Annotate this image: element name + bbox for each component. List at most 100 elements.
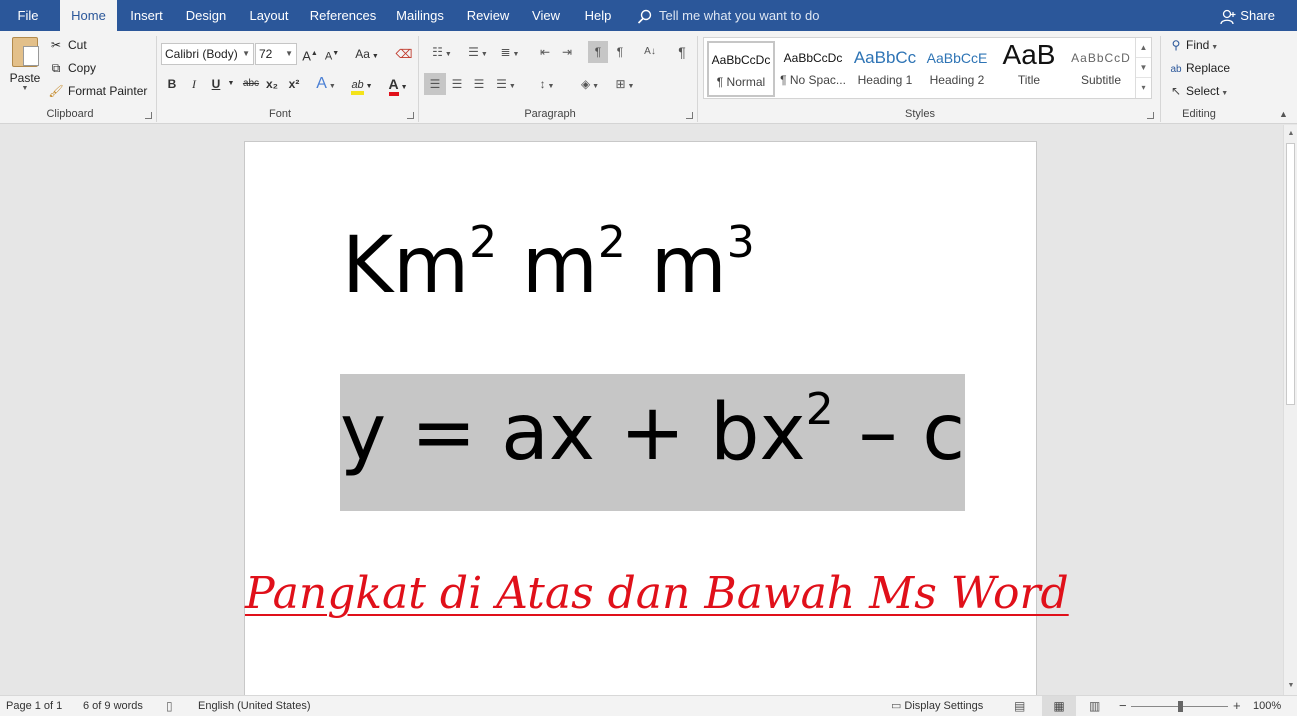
share-button[interactable]: Share <box>1220 0 1275 31</box>
ltr-button[interactable]: ¶ <box>588 41 608 63</box>
scroll-down-icon[interactable]: ▼ <box>1284 679 1297 693</box>
style-normal[interactable]: AaBbCcDc ¶ Normal <box>707 41 775 97</box>
paste-dropdown-icon[interactable]: ▼ <box>6 85 44 92</box>
tab-home[interactable]: Home <box>60 0 117 31</box>
tab-review[interactable]: Review <box>463 0 513 31</box>
change-case-icon: Aa <box>355 47 370 61</box>
change-case-button[interactable]: Aa ▼ <box>352 43 382 65</box>
increase-indent-icon: ⇥ <box>561 45 573 59</box>
italic-button[interactable]: I <box>185 73 203 95</box>
style-no-spacing[interactable]: AaBbCcDc ¶ No Spac... <box>779 41 847 97</box>
tab-layout[interactable]: Layout <box>243 0 295 31</box>
clipboard-launcher-icon[interactable] <box>145 112 152 119</box>
proofing-icon[interactable]: ▯ <box>166 696 173 716</box>
zoom-slider-thumb[interactable] <box>1178 701 1183 712</box>
print-layout-icon[interactable]: ▦ <box>1042 696 1076 716</box>
more-styles-icon[interactable]: ▾ <box>1136 78 1151 98</box>
web-layout-icon[interactable]: ▥ <box>1089 696 1100 716</box>
tab-view[interactable]: View <box>528 0 564 31</box>
borders-button[interactable]: ⊞ ▼ <box>610 73 640 95</box>
bullets-button[interactable]: ☷ ▼ <box>425 41 459 63</box>
decrease-indent-button[interactable]: ⇤ <box>535 41 555 63</box>
tab-design[interactable]: Design <box>181 0 231 31</box>
equation-line[interactable]: y = ax + bx2 – c <box>340 388 965 473</box>
chevron-up-icon[interactable]: ▲ <box>1136 38 1151 58</box>
underline-dropdown-icon[interactable]: ▼ <box>226 73 236 95</box>
word-count[interactable]: 6 of 9 words <box>83 696 143 716</box>
zoom-out-icon[interactable]: − <box>1119 696 1127 716</box>
highlight-button[interactable]: ab ▼ <box>346 73 378 95</box>
text-effects-button[interactable]: A ▼ <box>314 73 338 95</box>
style-heading-1[interactable]: AaBbCc Heading 1 <box>851 41 919 97</box>
zoom-in-icon[interactable]: + <box>1233 696 1241 716</box>
document-area: Km2 m2 m3 y = ax + bx2 – c Pangkat di At… <box>0 125 1283 695</box>
align-left-button[interactable]: ☰ <box>424 73 446 95</box>
zoom-level[interactable]: 100% <box>1253 696 1281 716</box>
multilevel-list-button[interactable]: ≣ ▼ <box>497 41 523 63</box>
page-count[interactable]: Page 1 of 1 <box>6 696 62 716</box>
shading-button[interactable]: ◈ ▼ <box>574 73 606 95</box>
justify-button[interactable]: ☰ ▼ <box>491 73 521 95</box>
tab-mailings[interactable]: Mailings <box>391 0 449 31</box>
document-caption[interactable]: Pangkat di Atas dan Bawah Ms Word <box>245 568 1069 619</box>
superscript-button[interactable]: x² <box>285 73 303 95</box>
subscript-button[interactable]: x₂ <box>263 73 281 95</box>
bold-button[interactable]: B <box>163 73 181 95</box>
person-icon <box>1220 9 1236 24</box>
replace-label: Replace <box>1186 61 1231 75</box>
rtl-button[interactable]: ¶ <box>610 41 630 63</box>
scroll-thumb[interactable] <box>1286 143 1295 405</box>
font-name-combo[interactable]: Calibri (Body) ▼ <box>161 43 254 65</box>
grow-font-button[interactable]: A▲ <box>302 43 318 65</box>
align-center-icon: ☰ <box>451 77 463 91</box>
align-right-button[interactable]: ☰ <box>469 73 489 95</box>
show-marks-button[interactable]: ¶ <box>672 41 692 63</box>
style-heading-2[interactable]: AaBbCcE Heading 2 <box>923 41 991 97</box>
document-page[interactable]: Km2 m2 m3 y = ax + bx2 – c Pangkat di At… <box>244 141 1069 695</box>
select-button[interactable]: ↖ Select ▼ <box>1168 81 1228 101</box>
strikethrough-button[interactable]: abc <box>240 73 262 95</box>
copy-button[interactable]: ⧉ Copy <box>48 58 96 78</box>
tab-help[interactable]: Help <box>579 0 617 31</box>
shrink-font-button[interactable]: A▼ <box>324 43 340 65</box>
underline-button[interactable]: U <box>207 73 225 95</box>
tab-file[interactable]: File <box>0 0 56 31</box>
format-painter-button[interactable]: 🖌 Format Painter <box>48 81 147 101</box>
paste-button[interactable]: Paste ▼ <box>6 37 44 103</box>
vertical-scrollbar[interactable]: ▲ ▼ <box>1283 125 1297 695</box>
monitor-icon: ▭ <box>891 700 902 712</box>
read-mode-icon[interactable]: ▤ <box>1014 696 1025 716</box>
bullets-icon: ☷ <box>432 45 443 59</box>
font-launcher-icon[interactable] <box>407 112 414 119</box>
align-center-button[interactable]: ☰ <box>447 73 467 95</box>
status-bar: Page 1 of 1 6 of 9 words ▯ English (Unit… <box>0 695 1297 716</box>
clear-formatting-button[interactable]: ⌫ <box>393 43 415 65</box>
eraser-icon: ⌫ <box>395 47 413 61</box>
replace-button[interactable]: ab Replace <box>1168 58 1230 78</box>
numbering-button[interactable]: ☰ ▼ <box>461 41 495 63</box>
style-subtitle[interactable]: AaBbCcD Subtitle <box>1067 41 1135 97</box>
cut-button[interactable]: ✂ Cut <box>48 35 87 55</box>
scroll-up-icon[interactable]: ▲ <box>1284 127 1297 141</box>
language-indicator[interactable]: English (United States) <box>198 696 311 716</box>
find-button[interactable]: ⚲ Find ▼ <box>1168 35 1219 55</box>
styles-launcher-icon[interactable] <box>1147 112 1154 119</box>
search-icon <box>637 9 652 24</box>
chevron-down-icon[interactable]: ▼ <box>1136 58 1151 78</box>
collapse-ribbon-icon[interactable]: ▲ <box>1279 109 1288 119</box>
paragraph-launcher-icon[interactable] <box>686 112 693 119</box>
tab-insert[interactable]: Insert <box>124 0 169 31</box>
superscript-units-line[interactable]: Km2 m2 m3 <box>342 221 755 306</box>
style-title[interactable]: AaB Title <box>995 41 1063 97</box>
font-size-combo[interactable]: 72 ▼ <box>255 43 297 65</box>
increase-indent-button[interactable]: ⇥ <box>557 41 577 63</box>
paste-label: Paste <box>9 71 41 85</box>
sort-button[interactable]: A↓ <box>640 41 660 63</box>
tell-me-box[interactable]: Tell me what you want to do <box>637 0 819 31</box>
font-color-button[interactable]: A ▼ <box>382 73 414 96</box>
divider <box>1160 36 1161 122</box>
tab-references[interactable]: References <box>306 0 380 31</box>
display-settings-button[interactable]: ▭ Display Settings <box>891 696 983 716</box>
text-run: Km <box>342 221 470 311</box>
line-spacing-button[interactable]: ↕ ▼ <box>532 73 562 95</box>
